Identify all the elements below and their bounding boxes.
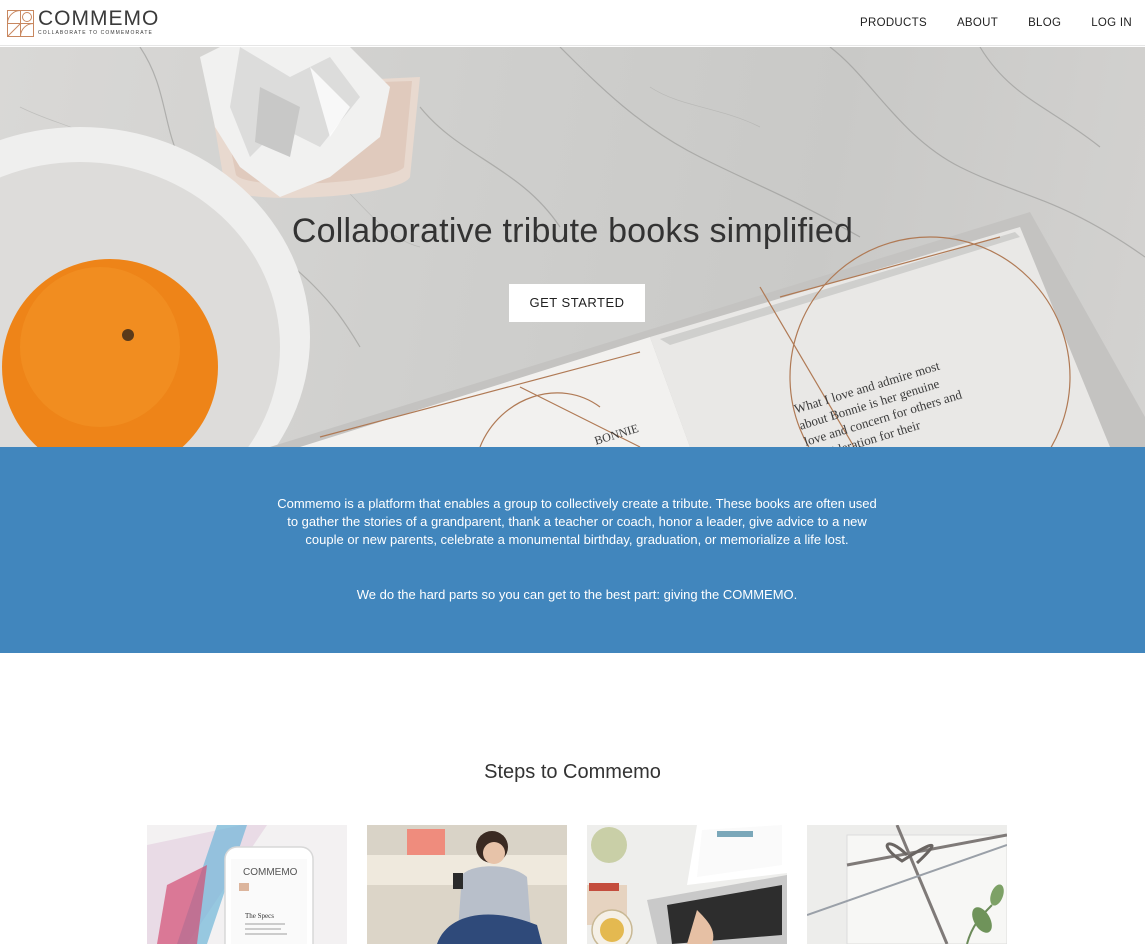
logo-text: COMMEMO COLLABORATE TO COMMEMORATE — [38, 8, 159, 37]
step-card-gift[interactable] — [807, 825, 1007, 944]
step-card-laptop[interactable] — [587, 825, 787, 944]
laptop-image — [587, 825, 787, 944]
intro-band: Commemo is a platform that enables a gro… — [0, 447, 1145, 653]
woman-on-phone-image — [367, 825, 567, 944]
intro-paragraph: Commemo is a platform that enables a gro… — [277, 496, 877, 547]
step-card-person[interactable] — [367, 825, 567, 944]
logo-mark-icon — [7, 10, 34, 37]
nav-about-link[interactable]: ABOUT — [957, 17, 998, 29]
nav-links: PRODUCTS ABOUT BLOG LOG IN — [830, 0, 1132, 46]
get-started-button[interactable]: GET STARTED — [509, 284, 645, 322]
logo[interactable]: COMMEMO COLLABORATE TO COMMEMORATE — [7, 8, 159, 38]
phone-heading-text: The Specs — [245, 912, 274, 920]
hero-section: What I love and admire most about Bonnie… — [0, 47, 1145, 447]
gift-image — [807, 825, 1007, 944]
step-card-phone[interactable]: COMMEMO The Specs — [147, 825, 347, 944]
nav-products-link[interactable]: PRODUCTS — [860, 17, 927, 29]
hero-title: Collaborative tribute books simplified — [291, 212, 854, 250]
phone-mockup-image: COMMEMO The Specs — [147, 825, 347, 944]
intro-tagline: We do the hard parts so you can get to t… — [356, 587, 798, 602]
logo-wordmark: COMMEMO — [38, 7, 160, 30]
steps-title: Steps to Commemo — [484, 761, 661, 783]
phone-brand-text: COMMEMO — [243, 867, 298, 878]
nav-blog-link[interactable]: BLOG — [1028, 17, 1061, 29]
logo-tagline: COLLABORATE TO COMMEMORATE — [38, 30, 153, 36]
nav-login-link[interactable]: LOG IN — [1091, 17, 1132, 29]
top-nav: COMMEMO COLLABORATE TO COMMEMORATE PRODU… — [0, 0, 1145, 46]
